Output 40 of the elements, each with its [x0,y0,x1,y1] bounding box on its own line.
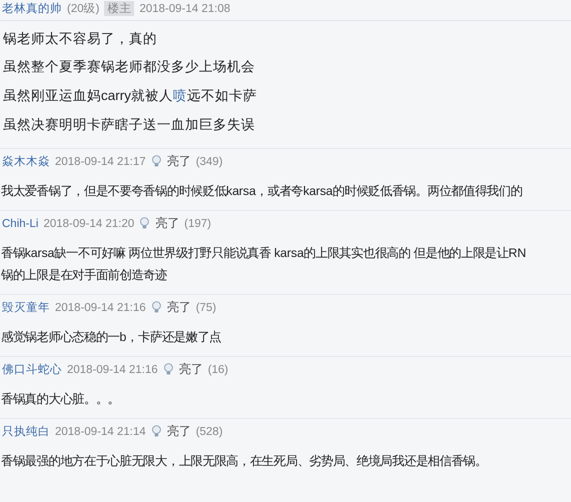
light-label[interactable]: 亮了 [178,361,203,378]
author-name[interactable]: 毁灭童年 [2,300,50,315]
lightbulb-icon[interactable] [139,217,150,230]
reply-time: 2018-09-14 21:16 [67,364,158,376]
reply-text: 锅的上限是在对手面前创造奇迹 [1,267,168,284]
reply-text: 香锅karsa缺一不可好嘛 两位世界级打野只能说真香 karsa的上限其实也很高的 但是他的上限是让RN [1,245,528,262]
like-count: (528) [196,426,223,438]
author-name[interactable]: Chih-Li [2,218,38,230]
lightbulb-icon[interactable] [150,155,162,168]
author-name[interactable]: 只执纯白 [2,424,50,439]
post-line: 虽然决赛明明卡萨瞎子送一血加巨多失误 [3,116,256,134]
post-line: 锅老师太不容易了，真的 [3,30,158,48]
like-count: (16) [208,364,228,376]
lightbulb-icon[interactable] [150,301,162,314]
like-count: (75) [196,302,216,314]
post-line: 虽然整个夏季赛锅老师都没多少上场机会 [3,58,256,76]
reply-text: 香锅真的大心脏。。。 [1,391,121,408]
user-level: (20级) [67,2,100,16]
reply-time: 2018-09-14 21:16 [55,302,146,314]
author-name[interactable]: 老林真的帅 [2,1,62,16]
reply-time: 2018-09-14 21:14 [55,426,146,438]
light-label[interactable]: 亮了 [166,423,191,440]
post-line: 虽然刚亚运血妈carry就被人喷远不如卡萨 [3,87,258,105]
light-label[interactable]: 亮了 [166,153,191,170]
lightbulb-icon[interactable] [162,363,174,376]
lightbulb-icon[interactable] [150,425,162,438]
like-count: (349) [196,156,223,168]
link[interactable]: 喷 [173,88,187,103]
reply-text: 我太爱香锅了，但是不要夸香锅的时候贬低karsa，或者夸karsa的时候贬低香锅。两位都值得我们的 [1,183,524,200]
light-label[interactable]: 亮了 [166,299,191,316]
author-name[interactable]: 佛口斗蛇心 [2,362,62,377]
reply-time: 2018-09-14 21:17 [55,156,146,168]
author-name[interactable]: 焱木木焱 [2,154,50,169]
reply-text: 感觉锅老师心态稳的一b，卡萨还是嫩了点 [1,329,222,346]
reply-text: 香锅最强的地方在于心脏无限大，上限无限高，在生死局、劣势局、绝境局我还是相信香锅。 [1,453,488,470]
like-count: (197) [184,218,212,230]
op-badge: 楼主 [104,1,134,16]
light-label[interactable]: 亮了 [155,215,180,232]
reply-time: 2018-09-14 21:20 [43,218,134,230]
post-time: 2018-09-14 21:08 [139,2,230,14]
